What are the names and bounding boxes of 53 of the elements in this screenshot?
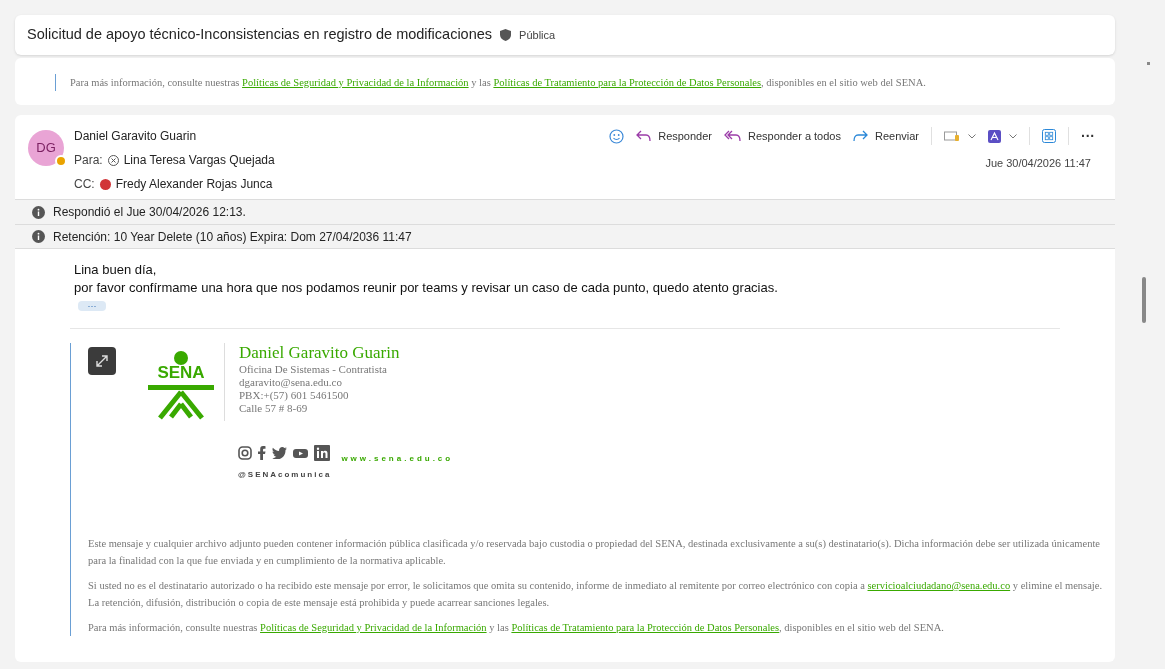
recipient-label: CC: <box>74 176 95 193</box>
message-text: por favor confírmame una hora que nos podamos reunir por teams y revisar un caso de cada punto, quedo atento gracias. <box>74 279 779 297</box>
signature-line: Oficina De Sistemas - Contratista <box>239 363 388 376</box>
sena-logo: SENA <box>146 351 216 421</box>
tag-icon <box>944 130 960 142</box>
disclaimer-paragraph: Este mensaje y cualquier archivo adjunto pueden contener información pública clasificada y/o reservada bajo custodia o propiedad del SENA, destinada exclusivamente a su(s) destinatario(s). Dicha información debe ser utilizada únicamente para la finalidad con la que fue enviada y en cumplimiento de la normativa aplicable. <box>88 537 1101 568</box>
subject-title: Solicitud de apoyo técnico-Inconsistencias en registro de modificaciones <box>27 25 493 45</box>
info-icon <box>32 205 45 219</box>
reply-all-icon <box>724 130 741 142</box>
apps-icon <box>1042 129 1056 143</box>
instagram-icon[interactable] <box>238 446 252 460</box>
recipient-name[interactable]: Fredy Alexander Rojas Junca <box>115 175 273 193</box>
reply-all-button[interactable]: Responder a todos <box>724 127 841 145</box>
show-more-button[interactable]: ··· <box>78 301 106 311</box>
youtube-icon[interactable] <box>293 447 308 459</box>
scrollbar-thumb[interactable] <box>1141 277 1146 323</box>
sent-date: Jue 30/04/2026 11:47 <box>985 156 1091 171</box>
disclaimer-paragraph: Para más información, consulte nuestras Políticas de Seguridad y Privacidad de la Información y las Políticas de Tratamiento para la Protección de Datos Personales, disponibles en el sitio web del SENA. <box>88 621 945 635</box>
disclaimer-paragraph: Si usted no es el destinatario autorizado o ha recibido este mensaje por error, le solicitamos que omita su contenido, informe de inmediato al remitente por correo electrónico con copia a servicioalciudadano@sena.edu.co y elimine el mensaje. La retención, difusión, distribución o copia de este mensaje está prohibida y puede acarrear sanciones legales. <box>88 579 1103 610</box>
shield-icon <box>500 29 512 41</box>
reply-icon <box>636 130 652 142</box>
emoji-icon <box>609 128 625 144</box>
message-text: Lina buen día, <box>74 261 158 279</box>
info-text: Retención: 10 Year Delete (10 años) Expira: Dom 27/04/2036 11:47 <box>53 228 412 246</box>
signature-line: PBX:+(57) 601 5461500 <box>239 389 350 402</box>
facebook-icon[interactable] <box>258 446 266 460</box>
info-icon <box>32 230 45 243</box>
sender-name[interactable]: Daniel Garavito Guarin <box>74 127 275 145</box>
info-text: Respondió el Jue 30/04/2026 12:13. <box>53 204 246 221</box>
recipient-label: Para: <box>74 152 103 169</box>
signature-line: Calle 57 # 8-69 <box>239 402 309 415</box>
avatar-initials: DG <box>36 139 56 158</box>
social-handle: @SENAcomunica <box>238 469 332 481</box>
twitter-icon[interactable] <box>272 447 287 459</box>
pdf-icon <box>988 129 1001 143</box>
disclaimer-paragraph: Para más información, consulte nuestras Políticas de Seguridad y Privacidad de la Información y las Políticas de Tratamiento para la Protección de Datos Personales, disponibles en el sitio web del SENA. <box>70 76 927 90</box>
more-options-button[interactable]: ··· <box>1081 131 1095 141</box>
recipient-name[interactable]: Lina Teresa Vargas Quejada <box>123 151 275 169</box>
label-menu-button[interactable] <box>944 130 976 142</box>
reaction-button[interactable] <box>609 128 625 144</box>
forward-button[interactable]: Reenviar <box>852 127 919 145</box>
reply-button[interactable]: Responder <box>636 127 712 145</box>
chevron-down-icon <box>1009 133 1017 139</box>
expand-button[interactable] <box>88 347 116 375</box>
linkedin-icon[interactable] <box>314 445 330 461</box>
signature-line: dgaravito@sena.edu.co <box>239 376 343 389</box>
expand-icon <box>96 355 108 367</box>
signature-name: Daniel Garavito Guarin <box>239 343 400 363</box>
forward-icon <box>852 130 868 142</box>
sensitivity-label: Pública <box>519 27 556 43</box>
chevron-down-icon <box>968 133 976 139</box>
apps-button[interactable] <box>1042 129 1056 143</box>
pdf-menu-button[interactable] <box>988 129 1017 143</box>
